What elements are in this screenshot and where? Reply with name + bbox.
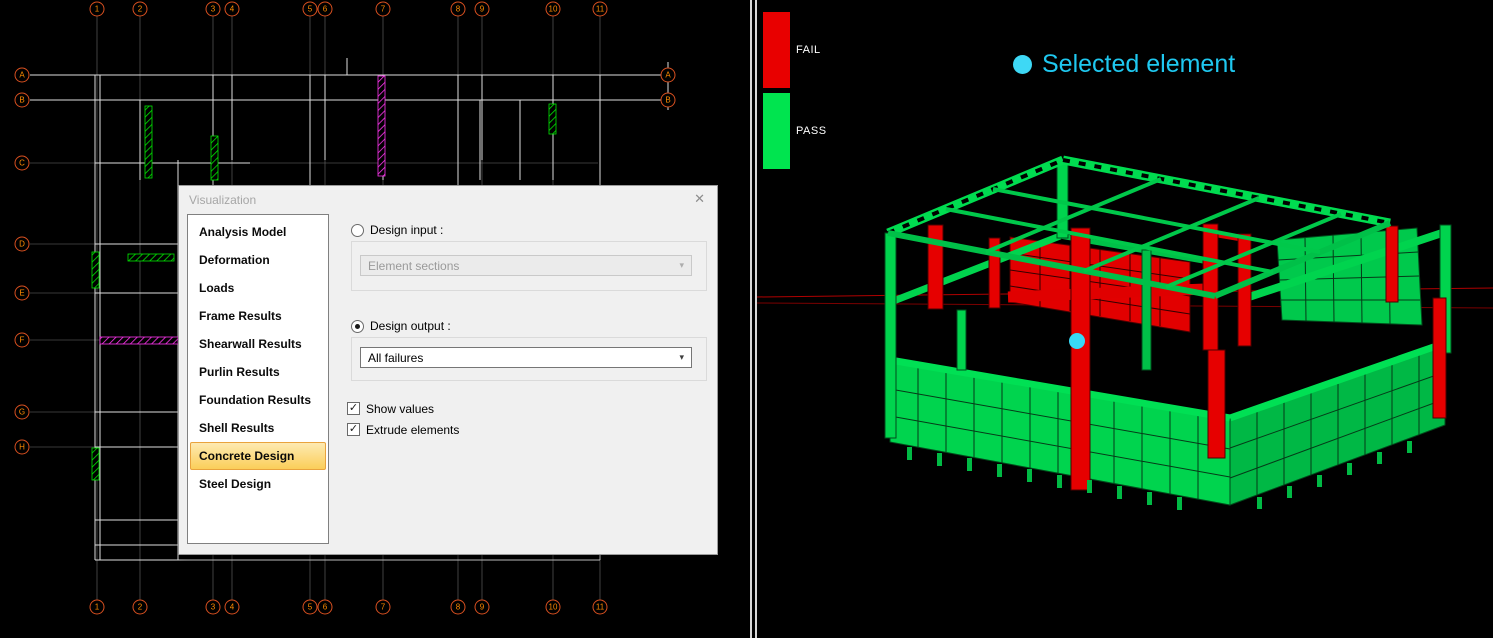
svg-text:10: 10 bbox=[549, 603, 558, 612]
lower-wall-right bbox=[1230, 345, 1445, 505]
structural-model-3d bbox=[757, 0, 1493, 638]
svg-text:6: 6 bbox=[323, 5, 328, 14]
dialog-body: Analysis ModelDeformationLoadsFrame Resu… bbox=[179, 212, 717, 554]
design-output-value: All failures bbox=[368, 351, 423, 365]
selected-element-marker[interactable] bbox=[1069, 333, 1085, 349]
selected-element-label: Selected element bbox=[1042, 50, 1235, 79]
model-3d-viewport[interactable]: FAIL PASS Selected element bbox=[757, 0, 1493, 638]
svg-text:11: 11 bbox=[596, 5, 605, 14]
svg-text:F: F bbox=[20, 336, 25, 345]
design-input-radio[interactable] bbox=[351, 224, 364, 237]
design-output-group: Design output : All failures ▾ bbox=[351, 318, 707, 381]
design-input-label: Design input : bbox=[370, 223, 443, 237]
selected-element-indicator: Selected element bbox=[1013, 50, 1235, 79]
panel-splitter[interactable] bbox=[750, 0, 757, 638]
close-icon[interactable]: ✕ bbox=[694, 192, 705, 205]
legend-item-pass: PASS bbox=[763, 93, 827, 169]
design-input-frame: Element sections ▾ bbox=[351, 241, 707, 291]
list-item-purlin-results[interactable]: Purlin Results bbox=[190, 358, 326, 386]
svg-text:3: 3 bbox=[211, 603, 216, 612]
svg-text:H: H bbox=[19, 443, 25, 452]
list-item-loads[interactable]: Loads bbox=[190, 274, 326, 302]
svg-text:11: 11 bbox=[596, 603, 605, 612]
visualization-dialog: Visualization ✕ Analysis ModelDeformatio… bbox=[178, 185, 718, 555]
fail-color-swatch bbox=[763, 12, 790, 88]
svg-text:G: G bbox=[19, 408, 25, 417]
checkbox-label: Extrude elements bbox=[366, 423, 459, 437]
svg-text:6: 6 bbox=[323, 603, 328, 612]
checkbox-icon[interactable]: ✓ bbox=[347, 423, 360, 436]
svg-text:9: 9 bbox=[480, 603, 485, 612]
design-input-dropdown[interactable]: Element sections ▾ bbox=[360, 255, 692, 276]
svg-text:5: 5 bbox=[308, 603, 313, 612]
legend-label: FAIL bbox=[796, 44, 821, 56]
svg-text:7: 7 bbox=[381, 5, 386, 14]
dialog-options-pane: Design input : Element sections ▾ Design… bbox=[339, 212, 717, 554]
svg-text:A: A bbox=[19, 71, 25, 80]
legend-item-fail: FAIL bbox=[763, 12, 827, 88]
dialog-checkboxes: ✓ Show values ✓ Extrude elements bbox=[347, 398, 459, 440]
list-item-deformation[interactable]: Deformation bbox=[190, 246, 326, 274]
svg-text:2: 2 bbox=[138, 5, 143, 14]
svg-text:B: B bbox=[19, 96, 24, 105]
svg-text:E: E bbox=[19, 289, 24, 298]
checkbox-row-extrude-elements[interactable]: ✓ Extrude elements bbox=[347, 419, 459, 440]
svg-text:8: 8 bbox=[456, 5, 461, 14]
svg-text:5: 5 bbox=[308, 5, 313, 14]
svg-text:3: 3 bbox=[211, 5, 216, 14]
design-output-label: Design output : bbox=[370, 319, 451, 333]
list-item-steel-design[interactable]: Steel Design bbox=[190, 470, 326, 498]
svg-text:9: 9 bbox=[480, 5, 485, 14]
legend-label: PASS bbox=[796, 125, 827, 137]
design-output-frame: All failures ▾ bbox=[351, 337, 707, 381]
svg-text:1: 1 bbox=[95, 5, 100, 14]
list-item-foundation-results[interactable]: Foundation Results bbox=[190, 386, 326, 414]
svg-text:1: 1 bbox=[95, 603, 100, 612]
visualization-category-list: Analysis ModelDeformationLoadsFrame Resu… bbox=[187, 214, 329, 544]
pass-color-swatch bbox=[763, 93, 790, 169]
svg-text:4: 4 bbox=[230, 5, 235, 14]
svg-text:B: B bbox=[665, 96, 670, 105]
svg-text:8: 8 bbox=[456, 603, 461, 612]
list-item-concrete-design[interactable]: Concrete Design bbox=[190, 442, 326, 470]
list-item-shearwall-results[interactable]: Shearwall Results bbox=[190, 330, 326, 358]
checkbox-label: Show values bbox=[366, 402, 434, 416]
svg-text:4: 4 bbox=[230, 603, 235, 612]
list-item-frame-results[interactable]: Frame Results bbox=[190, 302, 326, 330]
svg-text:2: 2 bbox=[138, 603, 143, 612]
svg-text:7: 7 bbox=[381, 603, 386, 612]
list-item-analysis-model[interactable]: Analysis Model bbox=[190, 218, 326, 246]
pass-fail-legend: FAIL PASS bbox=[763, 12, 827, 169]
svg-text:A: A bbox=[665, 71, 671, 80]
svg-text:C: C bbox=[19, 159, 25, 168]
checkbox-row-show-values[interactable]: ✓ Show values bbox=[347, 398, 459, 419]
svg-text:D: D bbox=[19, 240, 25, 249]
design-output-radio[interactable] bbox=[351, 320, 364, 333]
chevron-down-icon: ▾ bbox=[679, 260, 684, 271]
design-output-dropdown[interactable]: All failures ▾ bbox=[360, 347, 692, 368]
design-input-value: Element sections bbox=[368, 259, 459, 273]
design-input-group: Design input : Element sections ▾ bbox=[351, 222, 707, 291]
selected-element-dot-icon bbox=[1013, 55, 1032, 74]
app-window: 11223344556677889910101111ABCDEFGHAB bbox=[0, 0, 1493, 638]
checkbox-icon[interactable]: ✓ bbox=[347, 402, 360, 415]
dialog-titlebar[interactable]: Visualization ✕ bbox=[179, 186, 717, 212]
dialog-title: Visualization bbox=[189, 193, 256, 207]
list-item-shell-results[interactable]: Shell Results bbox=[190, 414, 326, 442]
svg-text:10: 10 bbox=[549, 5, 558, 14]
chevron-down-icon: ▾ bbox=[679, 352, 684, 363]
